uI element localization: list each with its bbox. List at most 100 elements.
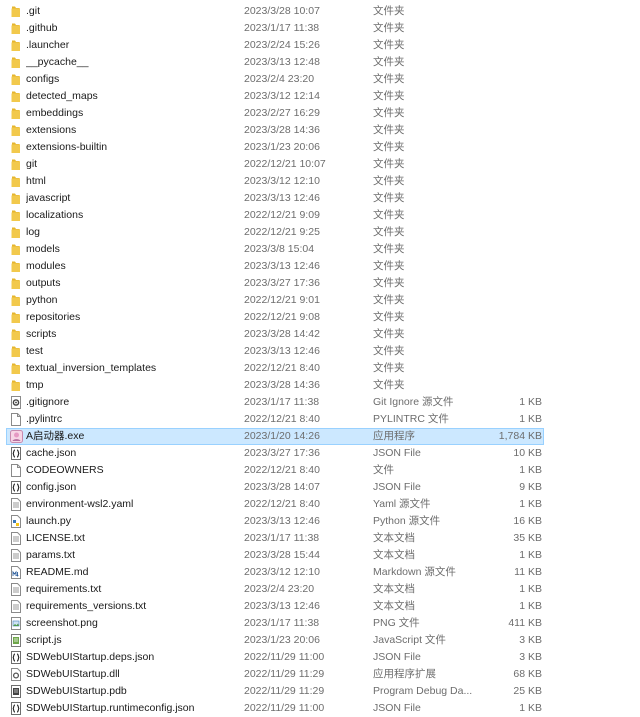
file-row[interactable]: params.txt 2023/3/28 15:44 文本文档 1 KB <box>0 547 640 564</box>
file-row[interactable]: extensions-builtin 2023/1/23 20:06 文件夹 <box>0 139 640 156</box>
file-type: 应用程序扩展 <box>373 668 436 680</box>
file-row[interactable]: cache.json 2023/3/27 17:36 JSON File 10 KB <box>0 445 640 462</box>
file-row[interactable]: requirements_versions.txt 2023/3/13 12:46… <box>0 598 640 615</box>
file-type: 文件夹 <box>373 209 405 221</box>
file-row[interactable]: SDWebUIStartup.runtimeconfig.json 2022/11… <box>0 700 640 717</box>
file-name[interactable]: tmp <box>26 377 236 394</box>
file-name[interactable]: .launcher <box>26 37 236 54</box>
file-name[interactable]: modules <box>26 258 236 275</box>
file-row[interactable]: __pycache__ 2023/3/13 12:48 文件夹 <box>0 54 640 71</box>
file-name[interactable]: repositories <box>26 309 236 326</box>
file-row[interactable]: LICENSE.txt 2023/1/17 11:38 文本文档 35 KB <box>0 530 640 547</box>
file-row[interactable]: modules 2023/3/13 12:46 文件夹 <box>0 258 640 275</box>
file-name[interactable]: log <box>26 224 236 241</box>
file-name[interactable]: README.md <box>26 564 236 581</box>
file-name[interactable]: SDWebUIStartup.deps.json <box>26 649 236 666</box>
file-row[interactable]: screenshot.png 2023/1/17 11:38 PNG 文件 411 K… <box>0 615 640 632</box>
file-name[interactable]: git <box>26 156 236 173</box>
file-name[interactable]: .github <box>26 20 236 37</box>
file-name[interactable]: configs <box>26 71 236 88</box>
file-name[interactable]: requirements_versions.txt <box>26 598 236 615</box>
file-name[interactable]: test <box>26 343 236 360</box>
file-type: 文件夹 <box>373 5 405 17</box>
file-name[interactable]: textual_inversion_templates <box>26 360 236 377</box>
file-modified-date: 2023/3/13 12:46 <box>244 600 320 612</box>
file-row[interactable]: log 2022/12/21 9:25 文件夹 <box>0 224 640 241</box>
file-name[interactable]: environment-wsl2.yaml <box>26 496 236 513</box>
file-modified-date: 2023/3/28 15:44 <box>244 549 320 561</box>
file-row[interactable]: SDWebUIStartup.deps.json 2022/11/29 11:00… <box>0 649 640 666</box>
file-modified-date: 2023/2/4 23:20 <box>244 583 315 595</box>
file-row[interactable]: models 2023/3/8 15:04 文件夹 <box>0 241 640 258</box>
file-row[interactable]: .github 2023/1/17 11:38 文件夹 <box>0 20 640 37</box>
file-name[interactable]: launch.py <box>26 513 236 530</box>
file-row[interactable]: detected_maps 2023/3/12 12:14 文件夹 <box>0 88 640 105</box>
file-row[interactable]: requirements.txt 2023/2/4 23:20 文本文档 1 KB <box>0 581 640 598</box>
file-name[interactable]: SDWebUIStartup.dll <box>26 666 236 683</box>
file-row[interactable]: scripts 2023/3/28 14:42 文件夹 <box>0 326 640 343</box>
file-row[interactable]: test 2023/3/13 12:46 文件夹 <box>0 343 640 360</box>
file-name[interactable]: outputs <box>26 275 236 292</box>
file-name[interactable]: detected_maps <box>26 88 236 105</box>
file-row[interactable]: configs 2023/2/4 23:20 文件夹 <box>0 71 640 88</box>
file-modified-date: 2022/12/21 9:08 <box>244 311 320 323</box>
file-row[interactable]: textual_inversion_templates 2022/12/21 8:… <box>0 360 640 377</box>
file-row[interactable]: tmp 2023/3/28 14:36 文件夹 <box>0 377 640 394</box>
file-row[interactable]: .launcher 2023/2/24 15:26 文件夹 <box>0 37 640 54</box>
file-row[interactable]: SDWebUIStartup.dll 2022/11/29 11:29 应用程序扩展… <box>0 666 640 683</box>
file-row[interactable]: A启动器.exe 2023/1/20 14:26 应用程序 1,784 KB <box>6 428 544 445</box>
file-name[interactable]: cache.json <box>26 445 236 462</box>
file-row[interactable]: javascript 2023/3/13 12:46 文件夹 <box>0 190 640 207</box>
file-row[interactable]: .git 2023/3/28 10:07 文件夹 <box>0 3 640 20</box>
file-type: 文件夹 <box>373 192 405 204</box>
file-name[interactable]: models <box>26 241 236 258</box>
file-row[interactable]: git 2022/12/21 10:07 文件夹 <box>0 156 640 173</box>
file-name[interactable]: screenshot.png <box>26 615 236 632</box>
file-type: 文件夹 <box>373 175 405 187</box>
file-name[interactable]: params.txt <box>26 547 236 564</box>
file-modified-date: 2022/12/21 9:09 <box>244 209 320 221</box>
file-row[interactable]: .pylintrc 2022/12/21 8:40 PYLINTRC 文件 1 KB <box>0 411 640 428</box>
file-name[interactable]: javascript <box>26 190 236 207</box>
file-name[interactable]: extensions-builtin <box>26 139 236 156</box>
file-name[interactable]: CODEOWNERS <box>26 462 236 479</box>
file-row[interactable]: environment-wsl2.yaml 2022/12/21 8:40 Yaml… <box>0 496 640 513</box>
file-name[interactable]: LICENSE.txt <box>26 530 236 547</box>
file-row[interactable]: CODEOWNERS 2022/12/21 8:40 文件 1 KB <box>0 462 640 479</box>
file-size: 1 KB <box>519 549 542 561</box>
file-row[interactable]: python 2022/12/21 9:01 文件夹 <box>0 292 640 309</box>
file-row[interactable]: README.md 2023/3/12 12:10 Markdown 源文件 11 K… <box>0 564 640 581</box>
file-name[interactable]: .git <box>26 3 236 20</box>
file-name[interactable]: embeddings <box>26 105 236 122</box>
file-name[interactable]: .pylintrc <box>26 411 236 428</box>
file-name[interactable]: SDWebUIStartup.pdb <box>26 683 236 700</box>
json-file-icon <box>10 445 24 462</box>
file-modified-date: 2022/12/21 8:40 <box>244 362 320 374</box>
file-row[interactable]: embeddings 2023/2/27 16:29 文件夹 <box>0 105 640 122</box>
file-row[interactable]: repositories 2022/12/21 9:08 文件夹 <box>0 309 640 326</box>
file-name[interactable]: SDWebUIStartup.runtimeconfig.json <box>26 700 236 717</box>
file-name[interactable]: A启动器.exe <box>26 428 236 445</box>
file-modified-date: 2023/3/13 12:46 <box>244 515 320 527</box>
file-name[interactable]: extensions <box>26 122 236 139</box>
file-row[interactable]: .gitignore 2023/1/17 11:38 Git Ignore 源文件 1… <box>0 394 640 411</box>
file-row[interactable]: SDWebUIStartup.pdb 2022/11/29 11:29 Progra… <box>0 683 640 700</box>
file-row[interactable]: config.json 2023/3/28 14:07 JSON File 9 KB <box>0 479 640 496</box>
file-row[interactable]: localizations 2022/12/21 9:09 文件夹 <box>0 207 640 224</box>
file-modified-date: 2022/12/21 9:01 <box>244 294 320 306</box>
dll-file-icon <box>10 666 24 683</box>
file-name[interactable]: config.json <box>26 479 236 496</box>
file-row[interactable]: extensions 2023/3/28 14:36 文件夹 <box>0 122 640 139</box>
file-name[interactable]: script.js <box>26 632 236 649</box>
file-name[interactable]: python <box>26 292 236 309</box>
file-row[interactable]: outputs 2023/3/27 17:36 文件夹 <box>0 275 640 292</box>
file-name[interactable]: html <box>26 173 236 190</box>
file-name[interactable]: .gitignore <box>26 394 236 411</box>
file-name[interactable]: scripts <box>26 326 236 343</box>
file-name[interactable]: requirements.txt <box>26 581 236 598</box>
file-row[interactable]: html 2023/3/12 12:10 文件夹 <box>0 173 640 190</box>
file-row[interactable]: launch.py 2023/3/13 12:46 Python 源文件 16 KB <box>0 513 640 530</box>
file-name[interactable]: localizations <box>26 207 236 224</box>
file-row[interactable]: script.js 2023/1/23 20:06 JavaScript 文件 3 K… <box>0 632 640 649</box>
file-name[interactable]: __pycache__ <box>26 54 236 71</box>
